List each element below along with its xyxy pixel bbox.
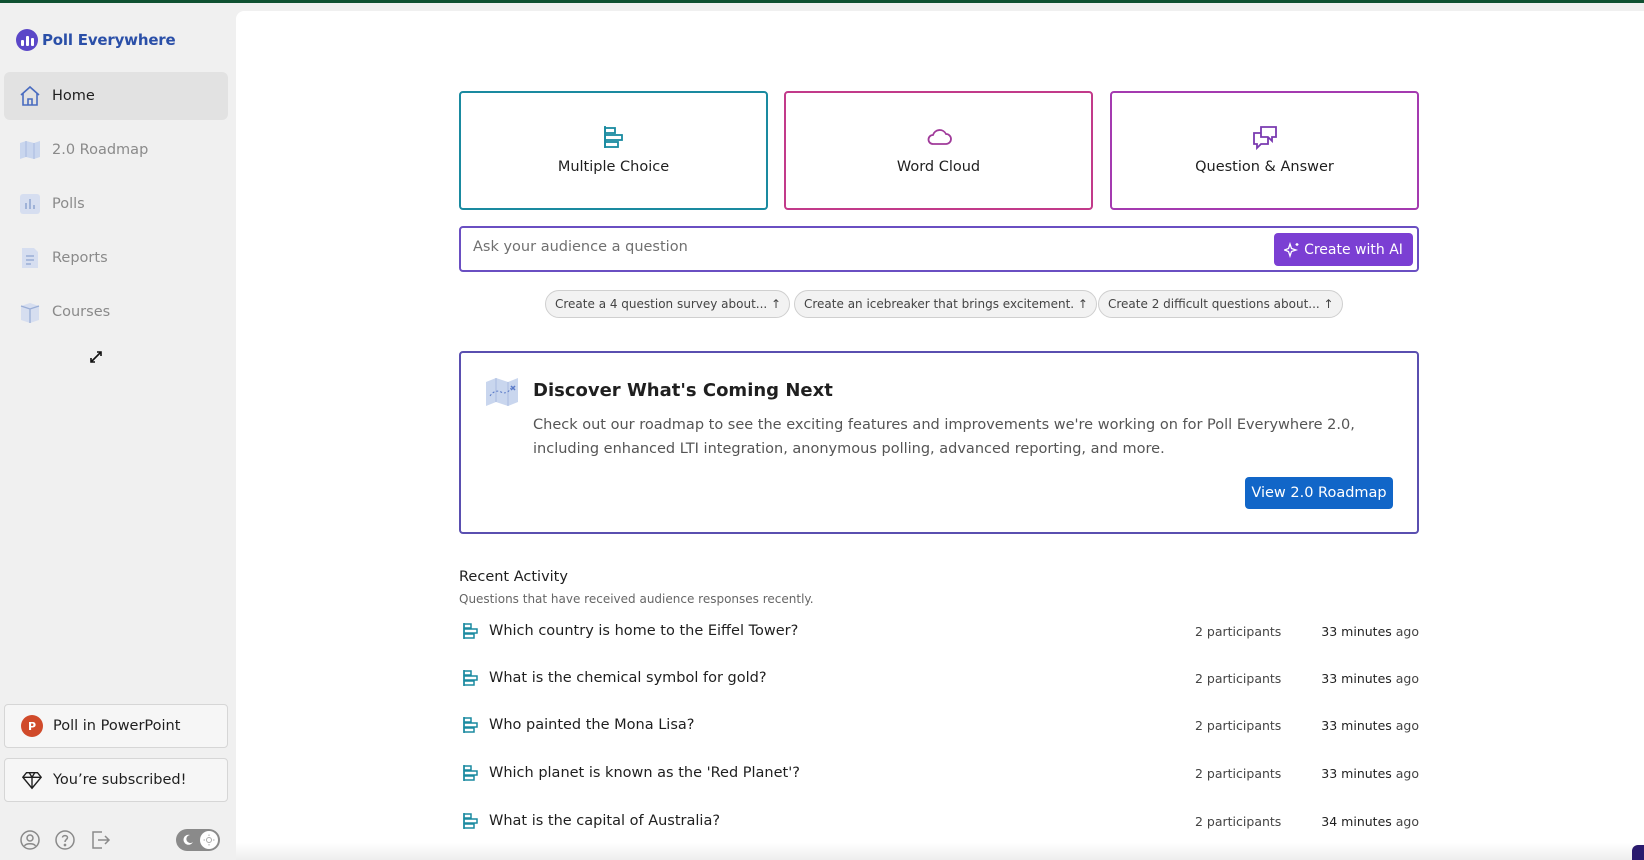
main-content: Multiple Choice Word Cloud Question & An… [236,11,1644,860]
sun-icon [203,834,215,846]
activity-question: Which country is home to the Eiffel Towe… [489,623,799,639]
sidebar-item-roadmap[interactable]: 2.0 Roadmap [4,126,228,174]
participant-count: 2 participants [1195,670,1282,686]
multiple-choice-card[interactable]: Multiple Choice [459,91,768,210]
sidebar-item-polls[interactable]: Polls [4,180,228,228]
participant-count: 2 participants [1195,813,1282,829]
create-with-ai-button[interactable]: Create with AI [1274,233,1413,266]
toggle-knob [200,831,218,849]
help-icon[interactable] [54,829,76,851]
powerpoint-icon: P [21,715,43,737]
ask-question-input[interactable] [473,239,1253,255]
multiple-choice-icon [463,765,478,781]
poll-everywhere-logo-icon [16,29,38,51]
top-accent-bar [0,0,1644,3]
multiple-choice-icon [463,623,478,639]
sparkle-icon [1284,241,1299,258]
chat-icon [1252,126,1277,151]
activity-row[interactable]: Who painted the Mona Lisa? 2 participant… [459,710,1419,740]
poll-in-powerpoint-button[interactable]: P Poll in PowerPoint [4,704,228,748]
activity-row[interactable]: Which planet is known as the 'Red Planet… [459,758,1419,788]
app-logo[interactable]: Poll Everywhere [16,29,176,51]
logo-text: Poll Everywhere [42,31,176,49]
activity-time: 33 minutes ago [1321,765,1419,781]
create-with-ai-label: Create with AI [1304,241,1403,258]
activity-time: 34 minutes ago [1321,813,1419,829]
multiple-choice-icon [463,813,478,829]
sidebar-item-label: 2.0 Roadmap [52,142,149,158]
discover-body: Check out our roadmap to see the excitin… [533,417,1355,457]
subscription-label: You’re subscribed! [53,772,187,788]
multiple-choice-icon [463,670,478,686]
bar-chart-icon [20,194,40,214]
discover-title: Discover What's Coming Next [533,380,833,401]
activity-time: 33 minutes ago [1321,717,1419,733]
sidebar-item-home[interactable]: Home [4,72,228,120]
map-icon [20,141,40,159]
sidebar-item-label: Home [52,88,95,104]
question-type-label: Question & Answer [1195,159,1334,175]
multiple-choice-icon [603,126,623,148]
recent-activity-subtitle: Questions that have received audience re… [459,592,814,606]
subscription-button[interactable]: You’re subscribed! [4,758,228,802]
activity-time: 33 minutes ago [1321,623,1419,639]
sidebar-item-label: Reports [52,250,108,266]
suggestion-chip[interactable]: Create a 4 question survey about... ↑ [545,290,791,318]
cloud-icon [927,129,952,145]
activity-question: What is the chemical symbol for gold? [489,670,767,686]
scroll-fade [236,843,1644,860]
sidebar-item-label: Polls [52,196,85,212]
sidebar-item-courses[interactable]: Courses [4,288,228,336]
theme-toggle[interactable] [176,829,220,851]
expand-cursor-icon [90,351,102,363]
question-type-label: Word Cloud [896,159,981,175]
roadmap-map-icon [486,378,518,406]
ask-question-box: Create with AI [459,226,1419,272]
activity-row[interactable]: Which country is home to the Eiffel Towe… [459,616,1419,646]
report-icon [22,248,38,268]
account-icon[interactable] [19,829,41,851]
suggestion-chip[interactable]: Create an icebreaker that brings excitem… [794,290,1097,318]
question-type-label: Multiple Choice [557,159,670,175]
sidebar: Poll Everywhere Home 2.0 Roadmap Polls R… [0,3,236,860]
logout-icon[interactable] [89,829,111,851]
activity-question: Who painted the Mona Lisa? [489,717,695,733]
suggestion-chip[interactable]: Create 2 difficult questions about... ↑ [1098,290,1343,318]
activity-question: Which planet is known as the 'Red Planet… [489,765,800,781]
participant-count: 2 participants [1195,765,1282,781]
view-roadmap-button[interactable]: View 2.0 Roadmap [1245,477,1393,509]
home-icon [20,85,40,106]
participant-count: 2 participants [1195,623,1282,639]
moon-icon [183,834,193,845]
sidebar-item-reports[interactable]: Reports [4,234,228,282]
word-cloud-card[interactable]: Word Cloud [784,91,1093,210]
discover-roadmap-card: Discover What's Coming Next Check out ou… [459,351,1419,534]
courses-icon [20,303,40,323]
activity-row[interactable]: What is the chemical symbol for gold? 2 … [459,663,1419,693]
activity-question: What is the capital of Australia? [489,813,721,829]
question-answer-card[interactable]: Question & Answer [1110,91,1419,210]
activity-row[interactable]: What is the capital of Australia? 2 part… [459,806,1419,836]
diamond-icon [21,771,43,790]
activity-time: 33 minutes ago [1321,670,1419,686]
multiple-choice-icon [463,717,478,733]
powerpoint-button-label: Poll in PowerPoint [53,718,181,734]
participant-count: 2 participants [1195,717,1282,733]
chat-widget-tab[interactable] [1632,845,1644,860]
recent-activity-title: Recent Activity [459,569,568,585]
sidebar-item-label: Courses [52,304,111,320]
